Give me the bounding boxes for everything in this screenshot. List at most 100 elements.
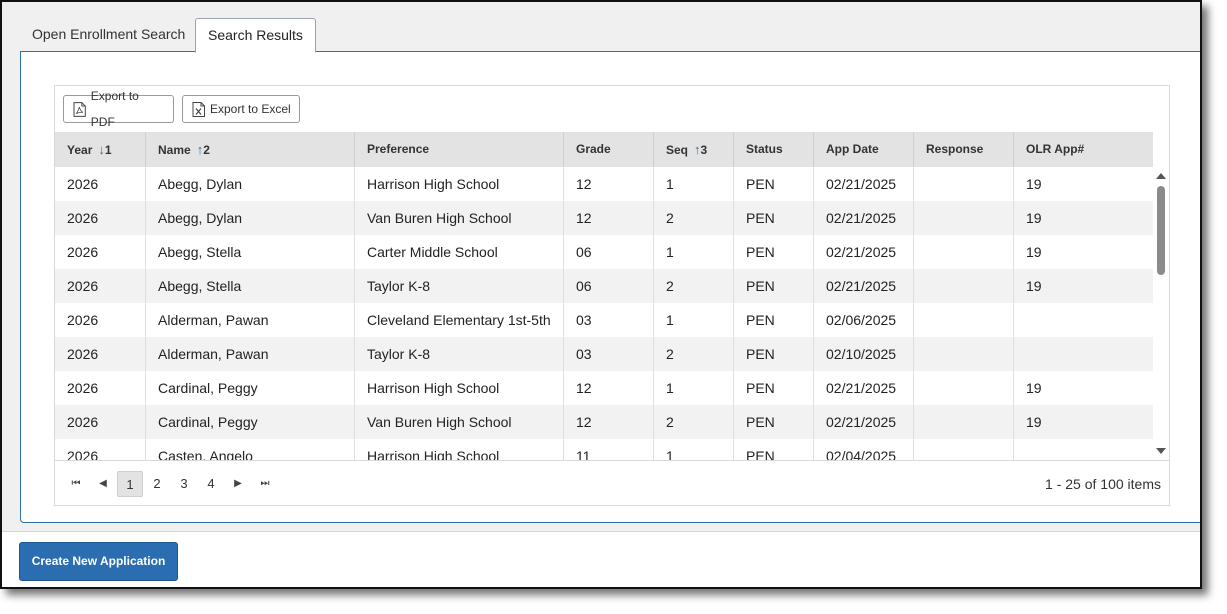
column-label: OLR App#: [1026, 142, 1085, 156]
cell-app-date: 02/21/2025: [814, 405, 914, 439]
cell-name: Abegg, Dylan: [146, 167, 355, 201]
cell-status: PEN: [734, 235, 814, 269]
create-new-application-button[interactable]: Create New Application: [19, 542, 178, 581]
column-header-app-date[interactable]: App Date: [814, 132, 914, 167]
cell-olr-app: [1014, 439, 1153, 460]
page-button-4[interactable]: 4: [198, 471, 224, 497]
table-row[interactable]: 2026 Cardinal, Peggy Van Buren High School…: [55, 405, 1153, 439]
cell-preference: Van Buren High School: [355, 201, 564, 235]
page-button-3[interactable]: 3: [171, 471, 197, 497]
page-button-2[interactable]: 2: [144, 471, 170, 497]
export-excel-button[interactable]: Export to Excel: [182, 95, 300, 123]
cell-olr-app: 19: [1026, 414, 1042, 430]
table-row[interactable]: 2026 Abegg, Dylan Van Buren High School 12 2…: [55, 201, 1153, 235]
cell-grade: 03: [564, 337, 654, 371]
cell-seq: 1: [654, 439, 734, 460]
cell-app-date: 02/04/2025: [814, 439, 914, 460]
sort-order: 3: [700, 143, 708, 157]
cell-year: 2026: [55, 371, 146, 405]
cell-response: [914, 371, 1014, 405]
table-row[interactable]: 2026 Cardinal, Peggy Harrison High School 1…: [55, 371, 1153, 405]
previous-page-icon[interactable]: ◀: [90, 471, 116, 497]
tab-label: Open Enrollment Search: [32, 26, 186, 42]
scroll-down-arrow-icon[interactable]: [1156, 448, 1166, 454]
cell-year: 2026: [55, 235, 146, 269]
tab-open-enrollment-search[interactable]: Open Enrollment Search: [20, 18, 197, 53]
scrollbar-thumb[interactable]: [1157, 186, 1165, 275]
column-header-name[interactable]: Name ↑2: [146, 132, 355, 167]
cell-grade: 12: [564, 167, 654, 201]
table-row[interactable]: 2026 Alderman, Pawan Cleveland Elementary …: [55, 303, 1153, 337]
vertical-scrollbar[interactable]: [1153, 167, 1169, 460]
search-results-panel: Export to PDF Export to Excel Year ↓1 Nam: [20, 51, 1200, 523]
cell-olr-app: 19: [1026, 380, 1042, 396]
table-row[interactable]: 2026 Casten, Angelo Harrison High School 11…: [55, 439, 1153, 460]
column-header-preference[interactable]: Preference: [355, 132, 564, 167]
cell-preference: Cleveland Elementary 1st-5th: [355, 303, 564, 337]
cell-olr-app: 19: [1026, 176, 1042, 192]
cell-olr-app: 19: [1026, 210, 1042, 226]
column-label: Name: [158, 143, 191, 157]
table-row[interactable]: 2026 Abegg, Stella Carter Middle School 06 1…: [55, 235, 1153, 269]
cell-year: 2026: [55, 405, 146, 439]
cell-app-date: 02/21/2025: [814, 269, 914, 303]
export-pdf-button[interactable]: Export to PDF: [63, 89, 174, 129]
cell-status: PEN: [734, 337, 814, 371]
cell-response: [914, 201, 1014, 235]
export-pdf-label: Export to PDF: [90, 89, 139, 129]
cell-app-date: 02/21/2025: [814, 167, 914, 201]
last-page-icon[interactable]: ⏭: [252, 471, 278, 497]
results-grid: Export to PDF Export to Excel Year ↓1 Nam: [54, 85, 1170, 506]
cell-preference: Taylor K-8: [355, 269, 564, 303]
tab-search-results[interactable]: Search Results: [195, 18, 316, 53]
pager-info: 1 - 25 of 100 items: [1045, 476, 1161, 492]
cell-year: 2026: [55, 167, 146, 201]
cell-app-date: 02/21/2025: [814, 201, 914, 235]
table-row[interactable]: 2026 Alderman, Pawan Taylor K-8 03 2 PEN 02/10…: [55, 337, 1153, 371]
cell-olr-app: 19: [1026, 278, 1042, 294]
cell-name: Alderman, Pawan: [146, 303, 355, 337]
cell-response: [914, 439, 1014, 460]
cell-grade: 06: [564, 235, 654, 269]
cell-preference: Van Buren High School: [355, 405, 564, 439]
cell-olr-app: 19: [1026, 244, 1042, 260]
cell-name: Abegg, Dylan: [146, 201, 355, 235]
cell-app-date: 02/06/2025: [814, 303, 914, 337]
cell-year: 2026: [55, 439, 146, 460]
cell-app-date: 02/21/2025: [814, 235, 914, 269]
cell-grade: 11: [564, 439, 654, 460]
column-label: Seq: [666, 143, 689, 157]
table-body: 2026 Abegg, Dylan Harrison High School 12 1 P…: [55, 167, 1153, 460]
next-page-icon[interactable]: ▶: [225, 471, 251, 497]
page-button-1[interactable]: 1: [117, 471, 143, 497]
column-header-grade[interactable]: Grade: [564, 132, 654, 167]
table-row[interactable]: 2026 Abegg, Dylan Harrison High School 12 1 P…: [55, 167, 1153, 201]
column-header-response[interactable]: Response: [914, 132, 1014, 167]
column-header-seq[interactable]: Seq ↑3: [654, 132, 734, 167]
column-header-olr-app[interactable]: OLR App#: [1014, 132, 1153, 167]
cell-preference: Carter Middle School: [355, 235, 564, 269]
cell-response: [914, 269, 1014, 303]
column-header-status[interactable]: Status: [734, 132, 814, 167]
cell-status: PEN: [734, 405, 814, 439]
scroll-up-arrow-icon[interactable]: [1156, 173, 1166, 179]
column-label: Preference: [367, 142, 430, 156]
grid-toolbar: Export to PDF Export to Excel: [55, 86, 1169, 132]
cell-seq: 1: [654, 235, 734, 269]
first-page-icon[interactable]: ⏮: [63, 471, 89, 497]
column-label: App Date: [826, 142, 879, 156]
cell-year: 2026: [55, 201, 146, 235]
column-label: Year: [67, 143, 93, 157]
cell-preference: Harrison High School: [355, 167, 564, 201]
table-row[interactable]: 2026 Abegg, Stella Taylor K-8 06 2 PEN 02/21/2…: [55, 269, 1153, 303]
cell-seq: 2: [654, 337, 734, 371]
cell-name: Casten, Angelo: [146, 439, 355, 460]
cell-preference: Harrison High School: [355, 439, 564, 460]
cell-grade: 12: [564, 201, 654, 235]
column-header-year[interactable]: Year ↓1: [55, 132, 146, 167]
cell-status: PEN: [734, 371, 814, 405]
table-header: Year ↓1 Name ↑2 Preference Grade Seq ↑3 Sta…: [55, 132, 1153, 167]
column-label: Status: [746, 142, 783, 156]
cell-grade: 03: [564, 303, 654, 337]
cell-year: 2026: [55, 269, 146, 303]
